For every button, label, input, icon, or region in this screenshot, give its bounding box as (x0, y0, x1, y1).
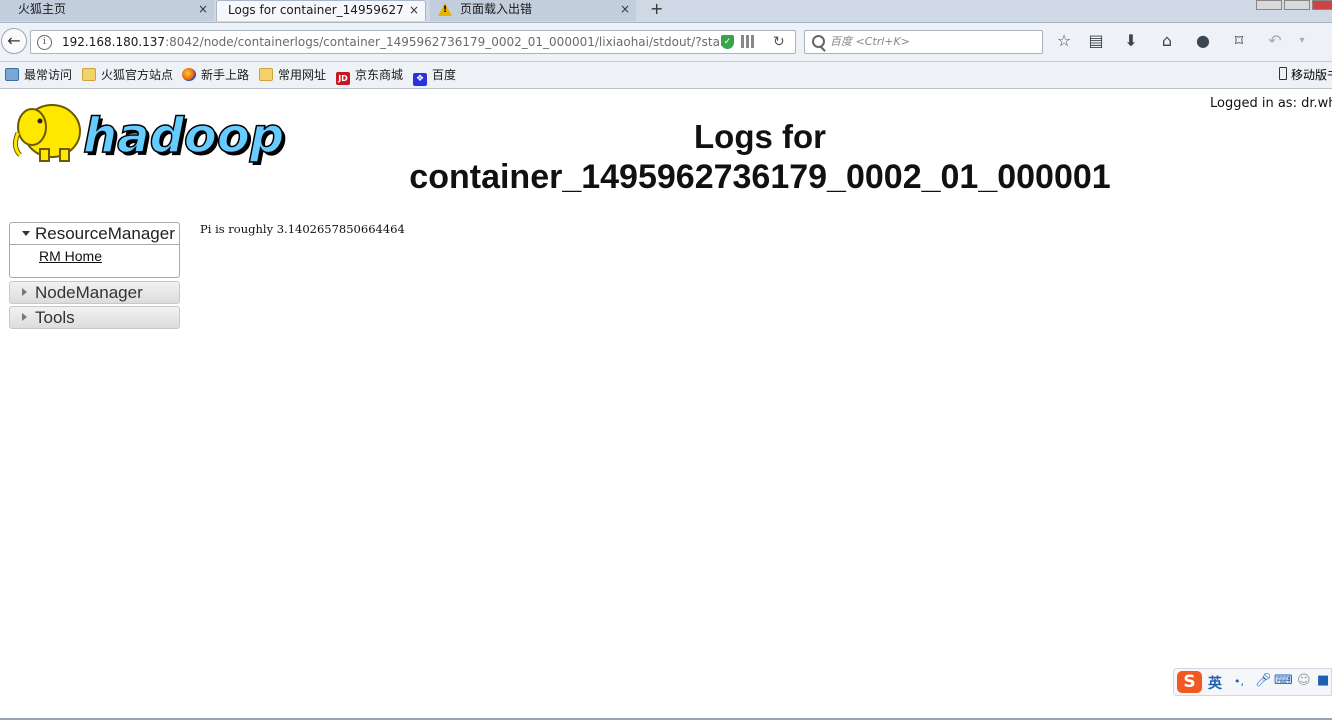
bookmark-getting-started[interactable]: 新手上路 (182, 62, 249, 88)
title-line-2: container_1495962736179_0002_01_000001 (409, 158, 1111, 196)
tab-close-icon[interactable]: × (620, 0, 630, 19)
back-arrow-icon: ← (7, 31, 21, 50)
microphone-icon[interactable]: 🎤︎ (1255, 673, 1272, 688)
bookmark-label: 常用网址 (278, 68, 327, 82)
tab-label: 火狐主页 (18, 2, 67, 16)
caret-right-icon (22, 288, 27, 296)
reading-list-icon[interactable]: ▤ (1086, 31, 1106, 51)
caret-right-icon (22, 313, 27, 321)
undo-icon[interactable]: ↶ (1265, 31, 1285, 51)
user-icon[interactable]: ☺ (1297, 673, 1311, 688)
qr-code-icon[interactable] (741, 35, 754, 48)
punctuation-toggle[interactable]: •, (1234, 675, 1244, 688)
downloads-icon[interactable]: ⬇ (1121, 31, 1141, 51)
rm-home-link[interactable]: RM Home (39, 248, 102, 264)
search-bar[interactable]: 百度 <Ctrl+K> (804, 30, 1043, 54)
bookmark-firefox-official[interactable]: 火狐官方站点 (82, 62, 173, 88)
tab-firefox-home[interactable]: 火狐主页 × (0, 0, 214, 21)
folder-icon (82, 68, 96, 81)
bookmark-jd[interactable]: JD 京东商城 (336, 62, 403, 88)
nav-section-label: Tools (35, 308, 75, 327)
title-line-1: Logs for (694, 118, 826, 155)
folder-icon (259, 68, 273, 81)
bookmark-label: 移动版书签 (1291, 68, 1332, 82)
search-placeholder: 百度 <Ctrl+K> (830, 35, 910, 48)
url-path: :8042/node/containerlogs/container_14959… (165, 35, 724, 49)
ime-language-toggle[interactable]: 英 (1208, 673, 1222, 693)
tab-strip: 火狐主页 × Logs for container_1495962736179_… (0, 0, 1332, 23)
logged-in-text: Logged in as: dr.who (1210, 96, 1332, 111)
firefox-icon (182, 68, 196, 81)
keyboard-icon[interactable]: ⌨ (1274, 673, 1293, 688)
tab-close-icon[interactable]: × (409, 1, 419, 20)
site-info-icon[interactable]: i (37, 35, 52, 50)
close-window-button[interactable] (1312, 0, 1332, 10)
reload-icon[interactable]: ↻ (773, 33, 785, 51)
frequent-icon (5, 68, 19, 81)
nav-section-tools[interactable]: Tools (9, 306, 180, 329)
url-text[interactable]: 192.168.180.137:8042/node/containerlogs/… (62, 31, 724, 53)
screenshot-icon[interactable]: ⌑ (1229, 31, 1249, 51)
sogou-logo-icon[interactable]: S (1177, 671, 1202, 693)
caret-down-icon (22, 231, 30, 236)
tab-label: 页面载入出错 (460, 2, 533, 16)
bookmark-baidu[interactable]: ❖ 百度 (413, 62, 456, 88)
hadoop-logo[interactable]: hadoop hadoop (10, 97, 310, 170)
navigation-toolbar: ← i 192.168.180.137:8042/node/containerl… (0, 23, 1332, 62)
url-host: 192.168.180.137 (62, 35, 166, 49)
ime-toolbar: S 英 •, 🎤︎ ⌨ ☺ ■ (1173, 668, 1332, 696)
page-content: Logged in as: dr.who hadoop hadoop Logs … (0, 89, 1332, 720)
bookmark-label: 百度 (432, 68, 457, 82)
home-icon[interactable]: ⌂ (1157, 31, 1177, 51)
back-button[interactable]: ← (1, 28, 27, 54)
bookmark-common-sites[interactable]: 常用网址 (259, 62, 326, 88)
mobile-bookmarks[interactable]: 移动版书签 (1279, 62, 1332, 88)
log-output: Pi is roughly 3.1402657850664464 (200, 222, 405, 236)
hadoop-elephant-logo: hadoop hadoop (12, 104, 287, 167)
bookmark-label: 京东商城 (355, 68, 404, 82)
mobile-icon (1279, 67, 1287, 80)
maximize-button[interactable] (1284, 0, 1310, 10)
sidebar-nav: ResourceManager RM Home NodeManager Tool… (9, 222, 180, 329)
url-bar[interactable]: i 192.168.180.137:8042/node/containerlog… (30, 30, 796, 54)
new-tab-button[interactable]: + (650, 0, 663, 19)
bookmark-frequent[interactable]: 最常访问 (5, 62, 72, 88)
bookmark-star-icon[interactable]: ☆ (1054, 31, 1074, 51)
nav-section-body: RM Home (9, 245, 180, 278)
baidu-icon: ❖ (413, 73, 427, 86)
nav-section-nodemanager[interactable]: NodeManager (9, 281, 180, 304)
bookmark-label: 最常访问 (24, 68, 73, 82)
tab-container-logs[interactable]: Logs for container_1495962736179_0002_01… (216, 0, 426, 21)
chat-icon[interactable]: ● (1193, 31, 1213, 51)
search-icon (812, 35, 825, 48)
hadoop-wordmark: hadoop (83, 108, 284, 164)
nav-section-label: ResourceManager (35, 224, 175, 243)
page-title: Logs for container_1495962736179_0002_01… (370, 117, 1150, 197)
dropdown-icon[interactable]: ▾ (1292, 31, 1312, 51)
bookmark-label: 新手上路 (201, 68, 250, 82)
tab-label: Logs for container_1495962736179_0002_01… (228, 3, 404, 17)
shield-icon[interactable]: ✓ (721, 35, 734, 49)
skin-icon[interactable]: ■ (1317, 673, 1329, 688)
bookmark-label: 火狐官方站点 (101, 68, 174, 82)
minimize-button[interactable] (1256, 0, 1282, 10)
tab-close-icon[interactable]: × (198, 0, 208, 19)
jd-icon: JD (336, 72, 350, 85)
nav-section-label: NodeManager (35, 283, 143, 302)
bookmarks-toolbar: 最常访问 火狐官方站点 新手上路 常用网址 JD 京东商城 ❖ 百度 移动版书签 (0, 62, 1332, 89)
nav-section-resourcemanager[interactable]: ResourceManager (9, 222, 180, 245)
tab-load-error[interactable]: ! 页面载入出错 × (430, 0, 636, 21)
